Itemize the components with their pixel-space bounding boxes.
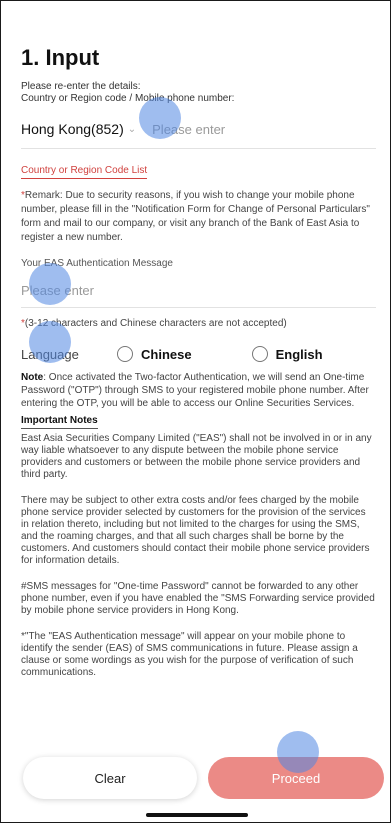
touch-indicator	[29, 321, 71, 363]
screen: 1. Input Please re-enter the details: Co…	[0, 0, 391, 823]
instruction-line-1: Please re-enter the details:	[21, 81, 141, 92]
important-para-3: #SMS messages for "One-time Password" ca…	[21, 581, 375, 616]
important-para-1: East Asia Securities Company Limited ("E…	[21, 433, 372, 480]
note-prefix: Note	[21, 372, 44, 383]
radio-english[interactable]	[251, 346, 268, 362]
remark-body: Remark: Due to security reasons, if you …	[21, 190, 370, 243]
country-code-select[interactable]: Hong Kong(852)	[21, 121, 124, 137]
phone-divider	[21, 148, 376, 149]
touch-indicator	[139, 97, 181, 139]
radio-chinese-label[interactable]: Chinese	[141, 347, 192, 362]
chevron-down-icon[interactable]: ⌄	[128, 124, 136, 135]
note-body: : Once activated the Two-factor Authenti…	[21, 372, 369, 409]
clear-button[interactable]: Clear	[23, 757, 197, 799]
eas-divider	[21, 307, 376, 308]
remark-text: *Remark: Due to security reasons, if you…	[21, 189, 376, 245]
language-row: Language Chinese English	[21, 343, 376, 365]
home-indicator	[146, 813, 248, 817]
important-notes-title: Important Notes	[21, 415, 98, 429]
eas-auth-label: Your EAS Authentication Message	[21, 258, 173, 269]
eas-auth-input[interactable]: Please enter	[21, 283, 376, 301]
touch-indicator	[277, 731, 319, 773]
page-title: 1. Input	[21, 45, 100, 70]
country-code-list-link[interactable]: Country or Region Code List	[21, 165, 148, 179]
important-para-2: There may be subject to other extra cost…	[21, 495, 370, 566]
form-content: 1. Input Please re-enter the details: Co…	[21, 45, 376, 679]
important-para-4: *"The "EAS Authentication message" will …	[21, 631, 358, 678]
radio-english-label[interactable]: English	[276, 347, 323, 362]
radio-chinese[interactable]	[117, 346, 133, 362]
note-text: Note: Once activated the Two-factor Auth…	[21, 371, 376, 410]
touch-indicator	[29, 263, 71, 305]
instruction-line-2: Country or Region code / Mobile phone nu…	[21, 93, 235, 104]
eas-auth-hint: *(3-12 characters and Chinese characters…	[21, 318, 376, 329]
phone-row: Hong Kong(852) ⌄ Please enter	[21, 119, 376, 139]
button-row: Clear Proceed	[23, 757, 384, 799]
